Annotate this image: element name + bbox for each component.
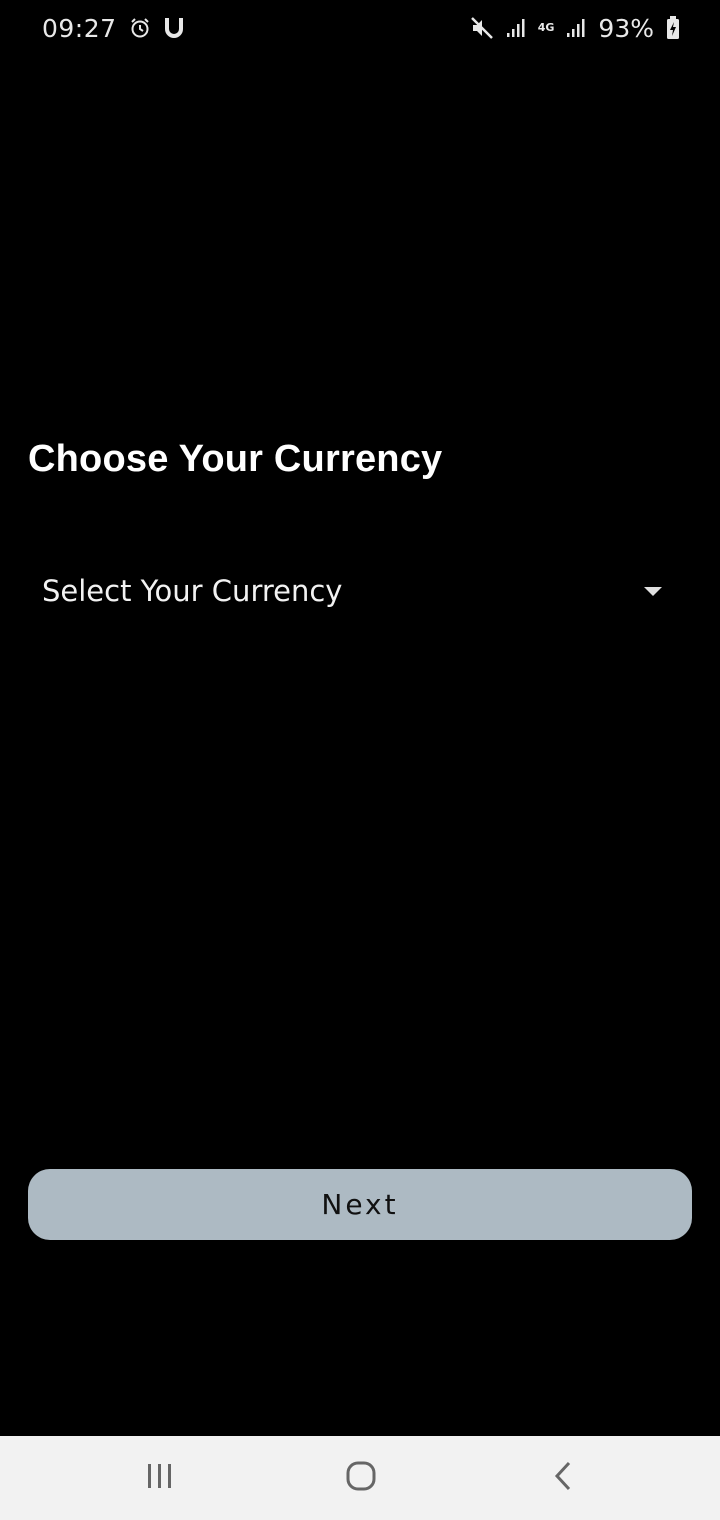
home-button[interactable] [301, 1436, 421, 1520]
back-button[interactable] [503, 1436, 623, 1520]
status-time: 09:27 [42, 13, 117, 43]
status-left: 09:27 [42, 14, 185, 43]
back-icon [552, 1460, 574, 1496]
recent-apps-button[interactable] [100, 1436, 220, 1520]
next-button[interactable]: Next [28, 1169, 692, 1240]
network-type: 4G [537, 21, 555, 34]
u-app-icon [163, 16, 185, 40]
page-title: Choose Your Currency [28, 438, 443, 480]
navigation-bar [0, 1436, 720, 1520]
status-right: 4G 93% [470, 14, 680, 43]
currency-screen: 09:27 4G 93% Choose Your Currency Select… [0, 0, 720, 1520]
dropdown-arrow-icon [644, 586, 662, 596]
currency-select-placeholder: Select Your Currency [42, 574, 343, 608]
alarm-icon [129, 17, 151, 39]
currency-select-dropdown[interactable]: Select Your Currency [28, 552, 692, 630]
battery-charging-icon [666, 16, 680, 40]
battery-percent: 93% [598, 13, 654, 43]
status-bar: 09:27 4G 93% [0, 0, 720, 56]
signal-icon [566, 18, 586, 38]
signal-icon [506, 18, 526, 38]
home-icon [345, 1460, 377, 1496]
recent-apps-icon [145, 1462, 175, 1494]
mute-icon [470, 16, 494, 40]
